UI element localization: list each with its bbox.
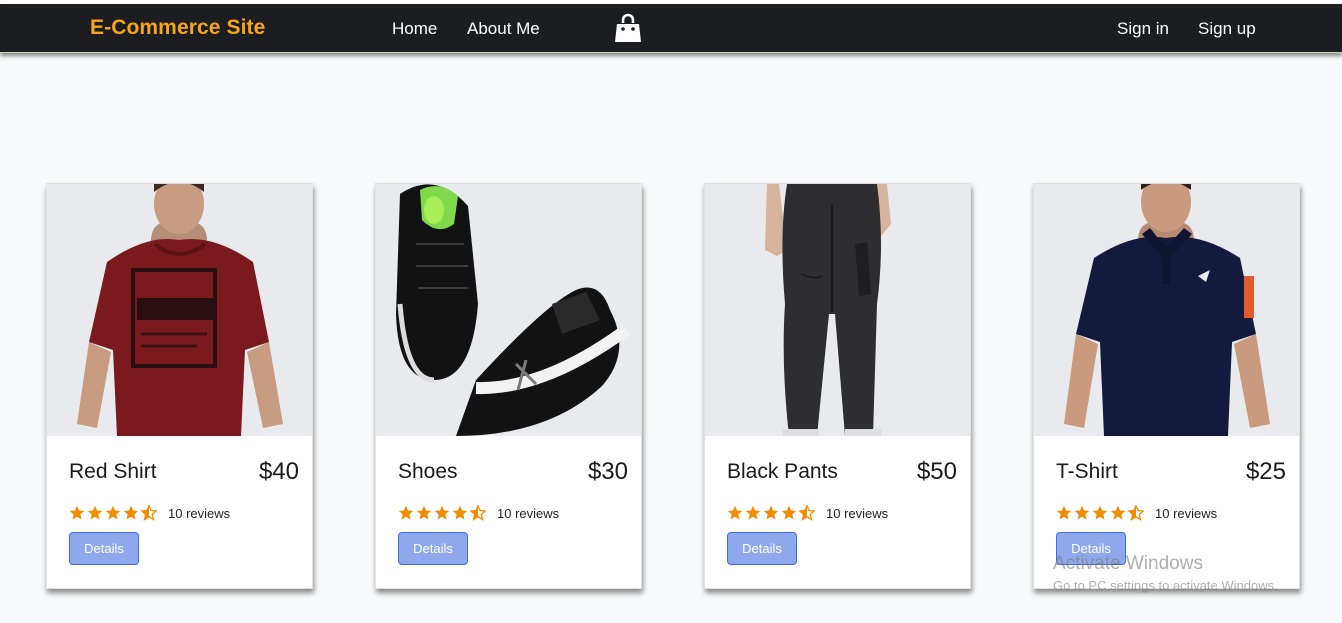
sign-in-link[interactable]: Sign in [1117, 19, 1169, 39]
star-icon [727, 505, 743, 521]
half-star-icon [470, 505, 486, 521]
brand-logo[interactable]: E-Commerce Site [90, 16, 265, 40]
details-button[interactable]: Details [727, 532, 797, 565]
product-price: $25 [1245, 458, 1286, 485]
product-rating: 10 reviews [1056, 504, 1217, 522]
shoes-photo[interactable] [376, 184, 641, 436]
star-icon [452, 505, 468, 521]
product-card-shoes[interactable]: Shoes $30 10 reviews Details [375, 183, 642, 589]
nav-home-link[interactable]: Home [392, 19, 437, 39]
star-icon [87, 505, 103, 521]
product-card-red-shirt[interactable]: Red Shirt $40 10 reviews Details [46, 183, 313, 589]
product-price: $40 [258, 458, 299, 485]
star-icon [1056, 505, 1072, 521]
star-icon [69, 505, 85, 521]
half-star-icon [1128, 505, 1144, 521]
product-card-black-pants[interactable]: Black Pants $50 10 reviews Details [704, 183, 971, 589]
details-button[interactable]: Details [1056, 532, 1126, 565]
product-price: $50 [916, 458, 957, 485]
star-icon [745, 505, 761, 521]
star-icon [1092, 505, 1108, 521]
product-price: $30 [587, 458, 628, 485]
black-pants-photo[interactable] [705, 184, 970, 436]
star-icon [1074, 505, 1090, 521]
product-rating: 10 reviews [398, 504, 559, 522]
star-icon [1110, 505, 1126, 521]
star-icon [416, 505, 432, 521]
half-star-icon [141, 505, 157, 521]
product-name: Black Pants [727, 460, 838, 483]
product-rating: 10 reviews [727, 504, 888, 522]
review-count: 10 reviews [1155, 505, 1218, 521]
details-button[interactable]: Details [69, 532, 139, 565]
nav-about-link[interactable]: About Me [467, 19, 540, 39]
product-name: Shoes [398, 460, 458, 483]
star-icon [105, 505, 121, 521]
product-name: Red Shirt [69, 460, 157, 483]
half-star-icon [799, 505, 815, 521]
product-card-tshirt[interactable]: T-Shirt $25 10 reviews Details [1033, 183, 1300, 589]
product-name: T-Shirt [1056, 460, 1118, 483]
navbar: E-Commerce Site Home About Me Sign in Si… [0, 4, 1342, 53]
tshirt-photo[interactable] [1034, 184, 1299, 436]
sign-up-link[interactable]: Sign up [1198, 19, 1256, 39]
star-icon [434, 505, 450, 521]
review-count: 10 reviews [826, 505, 889, 521]
star-icon [398, 505, 414, 521]
review-count: 10 reviews [168, 505, 231, 521]
star-icon [123, 505, 139, 521]
shopping-bag-icon[interactable] [614, 13, 642, 43]
star-icon [763, 505, 779, 521]
product-rating: 10 reviews [69, 504, 230, 522]
review-count: 10 reviews [497, 505, 560, 521]
red-shirt-photo[interactable] [47, 184, 312, 436]
star-icon [781, 505, 797, 521]
details-button[interactable]: Details [398, 532, 468, 565]
